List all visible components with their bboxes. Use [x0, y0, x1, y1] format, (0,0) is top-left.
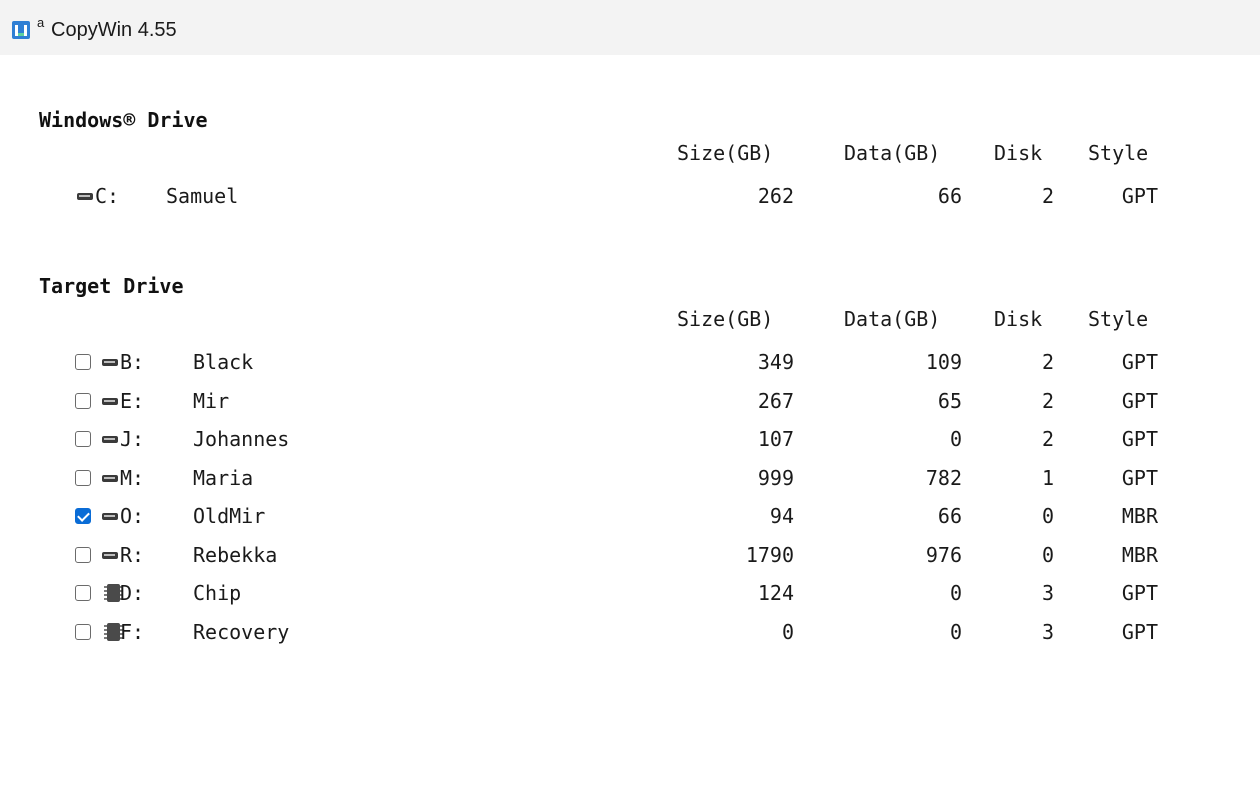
drive-size: 94 [769, 504, 794, 528]
drive-style: GPT [1121, 427, 1158, 451]
drive-style: GPT [1121, 620, 1158, 644]
drive-label: Chip [193, 581, 242, 605]
drive-icon [102, 398, 118, 405]
drive-checkbox[interactable] [75, 624, 91, 640]
drive-disk: 3 [1041, 620, 1054, 644]
drive-checkbox[interactable] [75, 393, 91, 409]
drive-label: Samuel [166, 184, 239, 208]
header-disk: Disk [994, 141, 1043, 165]
drive-data: 0 [949, 581, 962, 605]
title-superscript: a [37, 15, 45, 30]
drive-checkbox[interactable] [75, 508, 91, 524]
drive-data: 66 [937, 504, 962, 528]
title-bar[interactable]: a CopyWin 4.55 [0, 0, 1260, 55]
drive-size: 1790 [745, 543, 794, 567]
header-style: Style [1088, 141, 1149, 165]
drive-label: Recovery [193, 620, 290, 644]
drive-label: Black [193, 350, 254, 374]
drive-size: 267 [757, 389, 794, 413]
drive-style: GPT [1121, 350, 1158, 374]
drive-checkbox[interactable] [75, 585, 91, 601]
drive-disk: 2 [1041, 350, 1054, 374]
drive-icon [102, 475, 118, 482]
drive-data: 109 [925, 350, 962, 374]
drive-size: 107 [757, 427, 794, 451]
drive-disk: 0 [1041, 543, 1054, 567]
drive-label: Johannes [193, 427, 290, 451]
drive-disk: 2 [1041, 184, 1054, 208]
drive-letter: F: [120, 620, 145, 644]
chip-icon [104, 584, 123, 602]
drive-size: 124 [757, 581, 794, 605]
drive-disk: 0 [1041, 504, 1054, 528]
drive-data: 66 [937, 184, 962, 208]
windows-drive-heading: Windows® Drive [39, 108, 208, 132]
drive-data: 976 [925, 543, 962, 567]
drive-data: 0 [949, 427, 962, 451]
drive-data: 0 [949, 620, 962, 644]
drive-icon [102, 359, 118, 366]
drive-letter: M: [120, 466, 145, 490]
drive-disk: 2 [1041, 389, 1054, 413]
drive-label: Maria [193, 466, 254, 490]
drive-checkbox[interactable] [75, 470, 91, 486]
drive-checkbox[interactable] [75, 431, 91, 447]
header-data: Data(GB) [844, 141, 941, 165]
app-icon [12, 21, 30, 39]
drive-label: Mir [193, 389, 230, 413]
drive-icon [102, 552, 118, 559]
drive-size: 349 [757, 350, 794, 374]
drive-style: GPT [1121, 581, 1158, 605]
drive-size: 262 [757, 184, 794, 208]
drive-size: 999 [757, 466, 794, 490]
drive-disk: 1 [1041, 466, 1054, 490]
drive-disk: 2 [1041, 427, 1054, 451]
drive-style: GPT [1121, 466, 1158, 490]
header-size: Size(GB) [677, 141, 774, 165]
drive-checkbox[interactable] [75, 547, 91, 563]
drive-letter: C: [95, 184, 120, 208]
drive-label: OldMir [193, 504, 266, 528]
drive-icon [102, 436, 118, 443]
header-size: Size(GB) [677, 307, 774, 331]
drive-data: 782 [925, 466, 962, 490]
drive-data: 65 [937, 389, 962, 413]
chip-icon [104, 623, 123, 641]
header-disk: Disk [994, 307, 1043, 331]
drive-disk: 3 [1041, 581, 1054, 605]
drive-style: GPT [1121, 389, 1158, 413]
drive-letter: B: [120, 350, 145, 374]
drive-icon [77, 193, 93, 200]
drive-letter: J: [120, 427, 145, 451]
drive-style: GPT [1121, 184, 1158, 208]
drive-letter: O: [120, 504, 145, 528]
drive-size: 0 [781, 620, 794, 644]
header-style: Style [1088, 307, 1149, 331]
drive-style: MBR [1121, 543, 1158, 567]
drive-letter: D: [120, 581, 145, 605]
drive-checkbox[interactable] [75, 354, 91, 370]
drive-letter: R: [120, 543, 145, 567]
drive-label: Rebekka [193, 543, 278, 567]
header-data: Data(GB) [844, 307, 941, 331]
drive-letter: E: [120, 389, 145, 413]
drive-style: MBR [1121, 504, 1158, 528]
window-title: CopyWin 4.55 [51, 19, 177, 41]
target-drive-heading: Target Drive [39, 274, 184, 298]
drive-icon [102, 513, 118, 520]
